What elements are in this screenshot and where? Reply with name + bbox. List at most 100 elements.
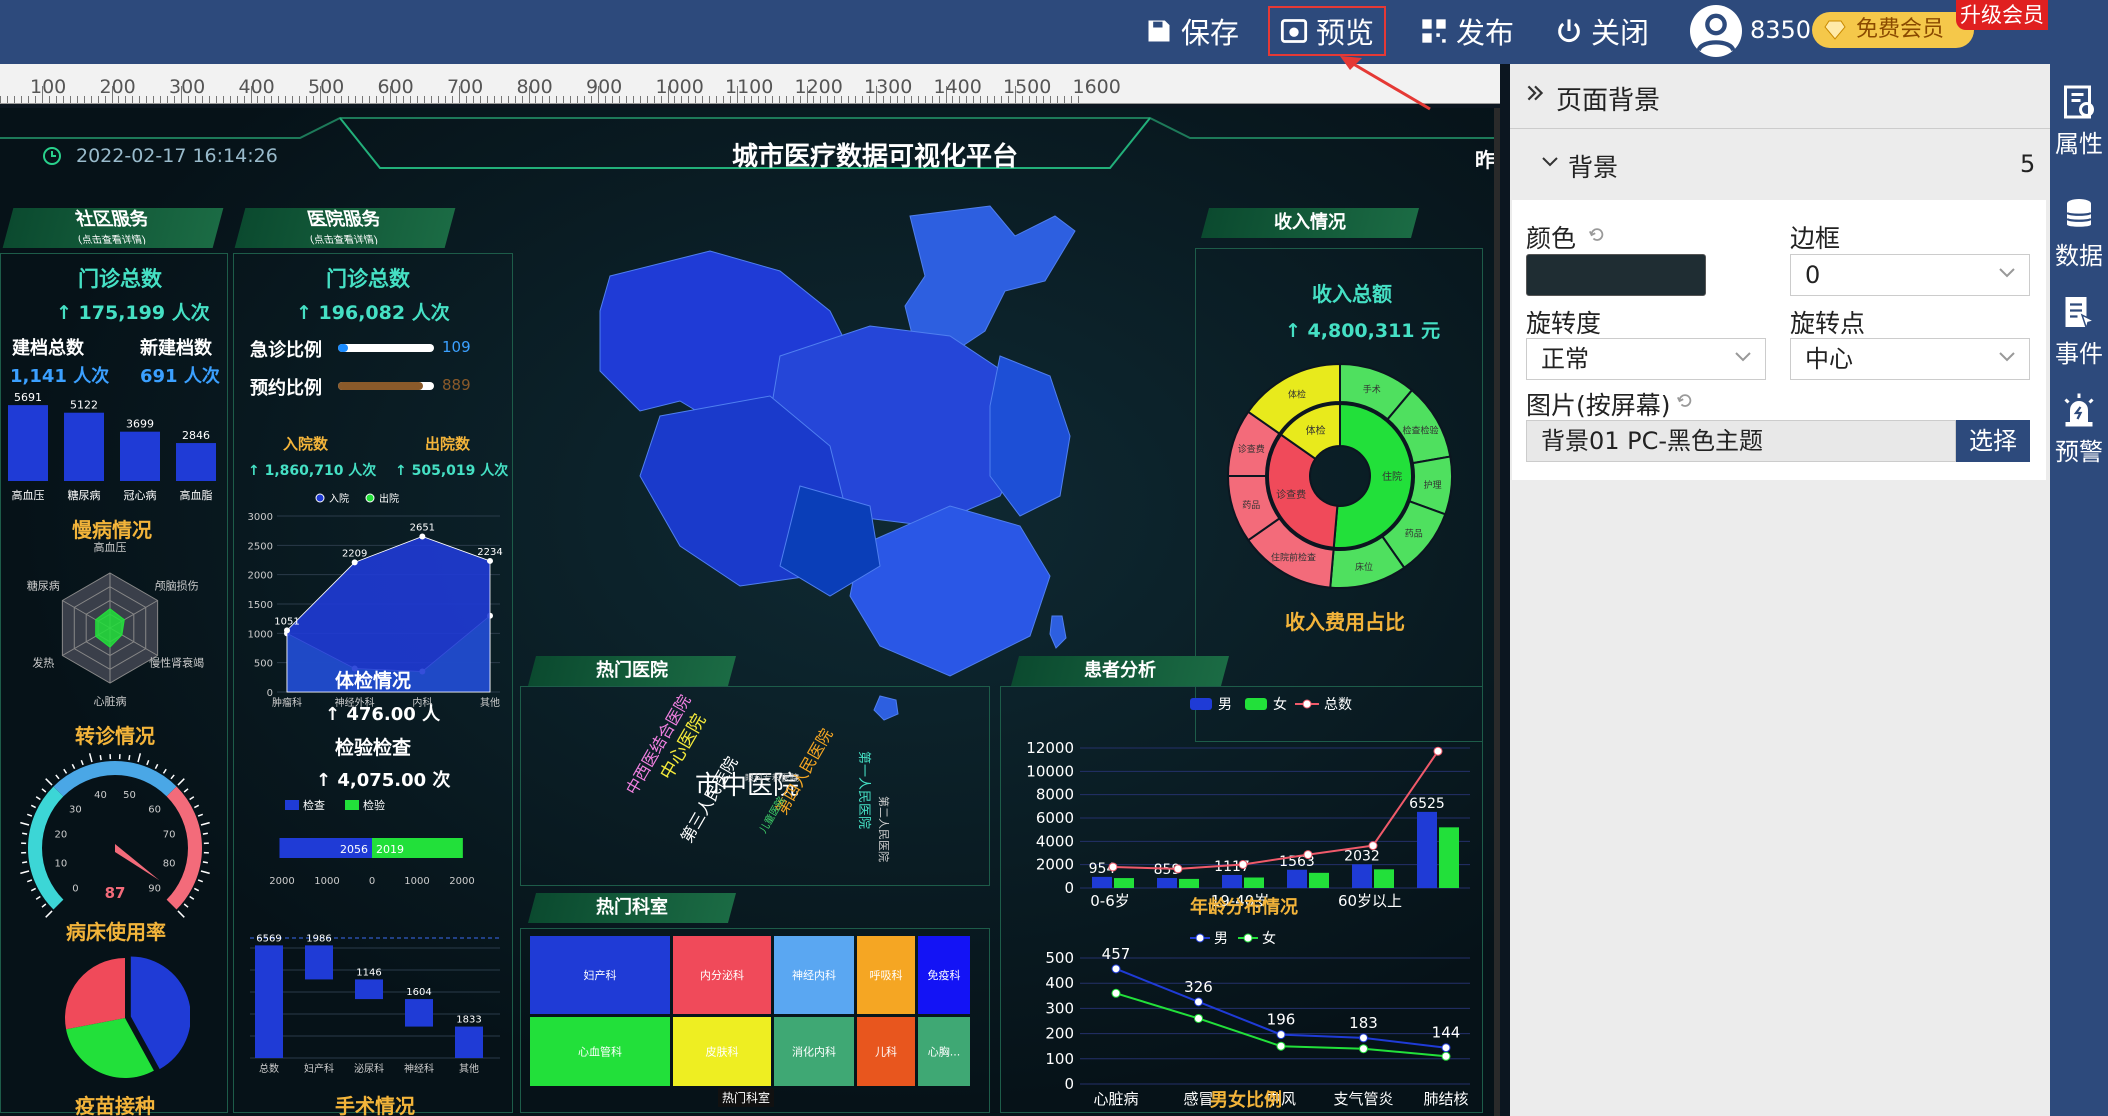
x-tick-label: 总数: [259, 1062, 279, 1075]
sunburst-label: 住院前检查: [1271, 552, 1316, 564]
ruler-tick: [931, 96, 933, 103]
user-count: 8350: [1750, 16, 1812, 44]
age-bar-female: [1439, 827, 1459, 888]
bar-category-label: 高血脂: [180, 488, 213, 502]
bar-value-label: 1833: [456, 1015, 481, 1026]
ruler-tick: [674, 96, 676, 103]
hot-dept-header[interactable]: 热门科室: [527, 893, 737, 923]
rotate-label: 旋转度: [1526, 309, 1602, 338]
treemap-label: 皮肤科: [706, 1045, 739, 1059]
data-label: 2032: [1344, 848, 1380, 864]
ruler-tick: [799, 96, 801, 103]
ruler-tick: [910, 96, 912, 103]
ruler-tick: [445, 96, 447, 103]
ruler-tick: [139, 96, 141, 103]
panel-title: 页面背景: [1556, 86, 1661, 116]
ruler-tick: [1015, 86, 1016, 103]
bar-value-label: 1986: [306, 933, 331, 944]
gauge-tick: [189, 796, 195, 801]
close-button[interactable]: 关闭: [1555, 6, 1649, 56]
ruler-tick: [403, 96, 405, 103]
gauge-tick: [193, 887, 200, 892]
y-tick-label: 8000: [1036, 786, 1074, 804]
ruler-tick-label: 1500: [1003, 76, 1052, 98]
hot-hospital-wordcloud: 市中医院中心医院中西医结合医院第三人民医院 第四人民医院 第一人民医院 第二人民医院眼…: [622, 691, 891, 862]
data-tab[interactable]: 数据: [2050, 190, 2108, 271]
gender-point: [1359, 1044, 1368, 1054]
preview-button[interactable]: 预览: [1268, 6, 1387, 56]
gauge-tick-label: 80: [163, 858, 176, 869]
alert-tab[interactable]: 预警: [2050, 386, 2108, 467]
ruler-tick: [236, 96, 238, 103]
gauge-tick: [183, 903, 189, 908]
in-value: ↑ 1,860,710 人次: [248, 463, 377, 479]
income-header[interactable]: 收入情况: [1200, 208, 1420, 238]
new-archive-value: 691 人次: [140, 366, 220, 387]
legend-label: 入院: [329, 492, 349, 505]
event-tab[interactable]: 事件: [2050, 288, 2108, 369]
gauge-tick: [22, 861, 28, 864]
ruler-tick: [118, 96, 120, 103]
ruler-tick-label: 1100: [725, 76, 774, 98]
color-swatch[interactable]: [1526, 254, 1706, 296]
ruler-tick: [584, 96, 586, 103]
ruler-tick: [292, 96, 294, 103]
ruler-tick-label: 1200: [794, 76, 843, 98]
gender-point: [1276, 1041, 1286, 1051]
community-header[interactable]: 社区服务 (点击查看详情): [2, 208, 224, 248]
age-bar-male: [1157, 877, 1177, 888]
section-title[interactable]: 背景: [1568, 148, 1618, 184]
gauge-tick: [45, 778, 53, 786]
member-badge[interactable]: 免费会员: [1812, 12, 1974, 48]
ruler-tick: [577, 96, 579, 103]
ruler-tick: [869, 96, 871, 103]
legend-marker-in: [315, 493, 325, 503]
save-button[interactable]: 保存: [1145, 6, 1239, 56]
rotate-select[interactable]: 正常: [1526, 338, 1766, 380]
gauge-value: 87: [105, 884, 126, 902]
sunburst-label: 诊查费: [1238, 443, 1265, 455]
reset-icon[interactable]: [1588, 226, 1606, 244]
pie-slice: [65, 958, 125, 1030]
ruler-tick: [806, 86, 808, 103]
ruler-tick: [347, 96, 349, 103]
ruler-tick: [132, 96, 134, 103]
reset-icon[interactable]: [1676, 392, 1694, 410]
design-canvas[interactable]: 2022-02-17 16:14:26 城市医疗数据可视化平台 昨 社区服务 (点…: [0, 108, 1500, 1116]
y-tick-label: 0: [1064, 1075, 1074, 1093]
pivot-select[interactable]: 中心: [1790, 338, 2030, 380]
attr-tab[interactable]: 属性: [2050, 78, 2108, 176]
image-input[interactable]: 背景01 PC-黑色主题: [1526, 420, 1956, 462]
ruler-tick: [104, 96, 106, 103]
x-tick-label: 其他: [480, 696, 500, 709]
x-tick-label: 其他: [459, 1062, 479, 1075]
double-chevron-icon[interactable]: [1524, 82, 1546, 104]
ruler-tick: [604, 96, 606, 103]
y-tick-label: 3000: [248, 512, 273, 523]
ruler-tick: [1077, 96, 1079, 103]
ruler-tick: [660, 96, 662, 103]
gauge-tick: [193, 804, 200, 809]
map-region-east: [989, 355, 1071, 517]
ruler-tick: [987, 96, 989, 103]
ruler-tick: [514, 96, 516, 103]
avatar[interactable]: [1690, 5, 1742, 57]
border-label: 边框: [1790, 224, 1841, 253]
canvas-scrollbar[interactable]: [1494, 108, 1500, 1116]
legend-marker: [1195, 933, 1205, 943]
patient-header[interactable]: 患者分析: [1010, 656, 1230, 686]
community-visit-title: 门诊总数: [78, 267, 162, 291]
hospital-service-header[interactable]: 医院服务 (点击查看详情): [234, 208, 456, 248]
choose-button[interactable]: 选择: [1956, 420, 2030, 462]
sunburst-label: 手术: [1363, 384, 1381, 396]
x-tick-label: 感冒: [1183, 1090, 1213, 1108]
border-select[interactable]: 0: [1790, 254, 2030, 296]
upgrade-badge[interactable]: 升级会员: [1956, 0, 2048, 30]
hot-hospital-header[interactable]: 热门医院: [527, 656, 737, 686]
gauge-arc: [28, 786, 64, 910]
chevron-down-icon[interactable]: [1540, 152, 1560, 172]
income-total-value: ↑ 4,800,311 元: [1285, 320, 1441, 342]
publish-button[interactable]: 发布: [1420, 6, 1514, 56]
legend-marker-out: [365, 493, 375, 503]
legend-label: 女: [1262, 930, 1276, 947]
